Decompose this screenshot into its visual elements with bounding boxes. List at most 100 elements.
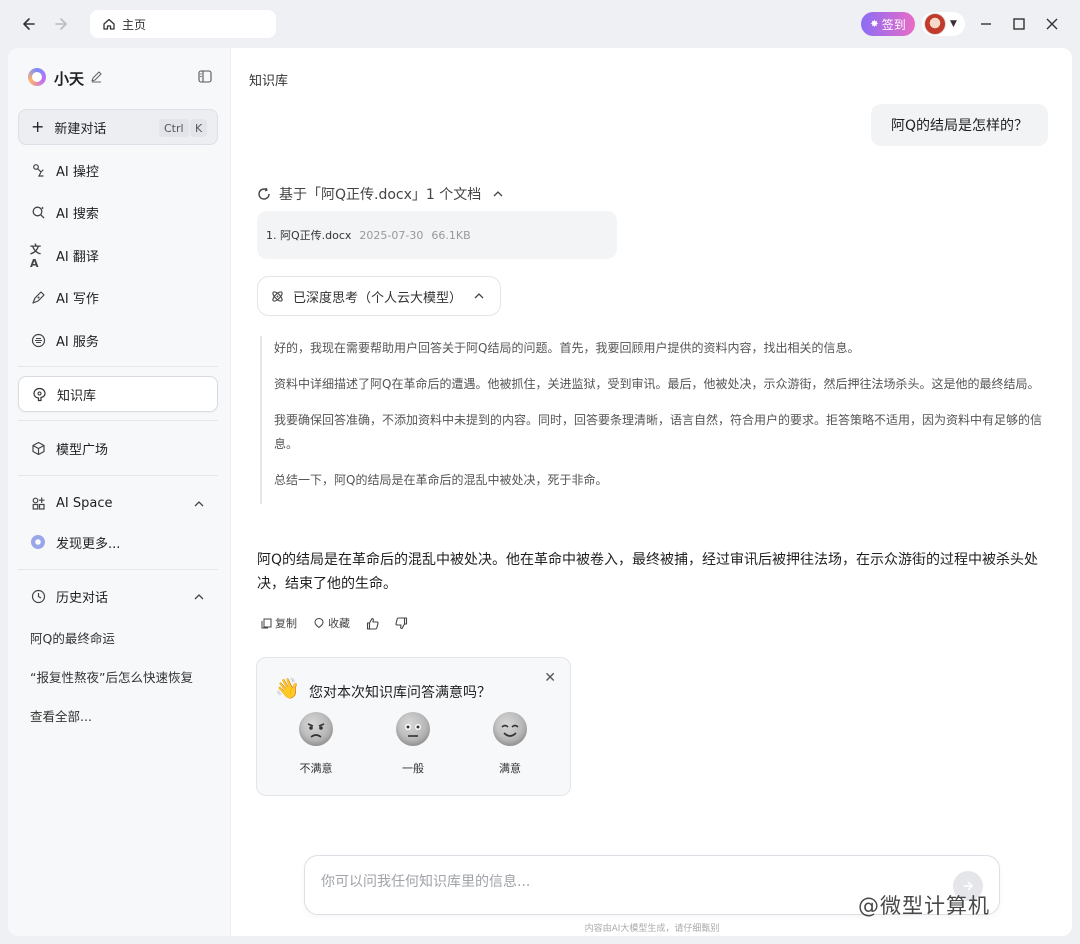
service-icon (30, 332, 46, 348)
signin-button[interactable]: ✸ 签到 (861, 12, 915, 36)
sidebar-item-history[interactable]: 历史对话 (18, 578, 218, 614)
thinking-paragraph: 好的，我现在需要帮助用户回答关于阿Q结局的问题。首先，我要回顾用户提供的资料内容… (274, 341, 860, 355)
sidebar-item-ai-service[interactable]: AI 服务 (18, 322, 218, 358)
apps-icon (30, 495, 46, 511)
sidebar-item-label: AI 操控 (56, 164, 99, 180)
sidebar-item-ai-space[interactable]: AI Space (18, 485, 218, 521)
shortcut-ctrl: Ctrl (159, 119, 189, 137)
maximize-icon[interactable] (1007, 12, 1031, 36)
close-window-icon[interactable] (1040, 12, 1064, 36)
sidebar-item-label: AI 搜索 (56, 206, 99, 222)
sidebar: 小天 + 新建对话 Ctrl K AI 操控 AI 搜索 文A AI 翻译 AI… (8, 48, 230, 936)
assistant-answer: 阿Q的结局是在革命后的混乱中被处决。他在革命中被卷入，最终被捕，经过审讯后被押往… (257, 552, 1039, 592)
waving-hand-icon: 👋 (275, 676, 300, 700)
clock-icon (30, 588, 46, 604)
sidebar-item-ai-translate[interactable]: 文A AI 翻译 (18, 237, 218, 273)
document-name: 1. 阿Q正传.docx (266, 229, 352, 242)
chevron-up-icon (474, 293, 484, 299)
address-tab[interactable]: 主页 (90, 10, 276, 38)
source-header-label: 基于「阿Q正传.docx」1 个文档 (279, 187, 482, 203)
chevron-up-icon[interactable] (194, 589, 204, 604)
copy-icon (261, 618, 272, 628)
favorite-icon (314, 617, 324, 629)
source-header[interactable]: 基于「阿Q正传.docx」1 个文档 (257, 184, 503, 204)
sidebar-item-ai-search[interactable]: AI 搜索 (18, 194, 218, 230)
sidebar-item-label: AI Space (56, 495, 113, 511)
cube-icon (30, 440, 46, 456)
thumbs-down-icon (395, 616, 408, 629)
sidebar-item-knowledge-base[interactable]: 知识库 (18, 376, 218, 412)
new-chat-label: 新建对话 (54, 121, 107, 137)
divider (18, 420, 218, 421)
history-item[interactable]: “报复性熬夜”后怎么快速恢复 (30, 667, 205, 686)
deep-thinking-label: 已深度思考（个人云大模型） (293, 290, 463, 306)
address-label: 主页 (122, 17, 147, 32)
close-icon[interactable]: ✕ (544, 670, 556, 686)
thinking-paragraph: 总结一下，阿Q的结局是在革命后的混乱中被处决，死于非命。 (274, 473, 608, 487)
feedback-unsatisfied-button[interactable]: 不满意 (286, 712, 346, 776)
caret-down-icon: ▼ (950, 19, 957, 29)
copy-button[interactable]: 复制 (261, 615, 297, 631)
thumbs-up-button[interactable] (366, 617, 379, 630)
feedback-option-label: 一般 (402, 762, 424, 775)
thinking-paragraph: 资料中详细描述了阿Q在革命后的遭遇。他被抓住，关进监狱，受到审讯。最后，他被处决… (274, 377, 1040, 391)
refresh-search-icon (258, 187, 270, 200)
deep-thinking-toggle[interactable]: 已深度思考（个人云大模型） (257, 276, 502, 316)
pen-icon (30, 289, 46, 305)
sidebar-item-label: 模型广场 (56, 442, 109, 458)
sidebar-item-label: 历史对话 (56, 590, 109, 606)
title-bar: 主页 ✸ 签到 ▼ (0, 0, 1080, 48)
happy-face-icon (493, 712, 527, 746)
minimize-icon[interactable] (974, 12, 998, 36)
search-icon (30, 204, 46, 220)
edit-icon[interactable] (90, 70, 103, 87)
thinking-content: 好的，我现在需要帮助用户回答关于阿Q结局的问题。首先，我要回顾用户提供的资料内容… (260, 336, 1052, 504)
sidebar-item-ai-writing[interactable]: AI 写作 (18, 279, 218, 315)
angry-face-icon (299, 712, 333, 746)
watermark: @微型计算机 (858, 890, 990, 920)
shortcut-k: K (190, 119, 208, 137)
view-all-history-link[interactable]: 查看全部... (30, 706, 205, 725)
favorite-button[interactable]: 收藏 (313, 615, 350, 631)
sidebar-item-label: AI 翻译 (56, 249, 99, 265)
back-arrow-icon[interactable] (16, 12, 40, 36)
feedback-option-label: 满意 (499, 762, 521, 775)
atom-icon (272, 290, 283, 302)
forward-arrow-icon[interactable] (50, 12, 74, 36)
document-date: 2025-07-30 (359, 228, 424, 242)
sidebar-item-ai-control[interactable]: AI 操控 (18, 152, 218, 188)
feedback-satisfied-button[interactable]: 满意 (480, 712, 540, 776)
ai-disclaimer: 内容由AI大模型生成，请仔细甄别 (584, 924, 720, 934)
sidebar-item-label: 发现更多... (56, 536, 121, 552)
feedback-option-label: 不满意 (299, 762, 333, 775)
sidebar-toggle-icon[interactable] (198, 70, 212, 87)
divider (18, 366, 218, 367)
app-name: 小天 (54, 70, 85, 88)
sidebar-item-label: AI 写作 (56, 291, 99, 307)
sidebar-item-label: 知识库 (57, 388, 97, 404)
sidebar-item-label: AI 服务 (56, 334, 99, 350)
account-menu[interactable]: ▼ (922, 12, 965, 36)
document-card[interactable]: 1. 阿Q正传.docx 2025-07-30 66.1KB (257, 211, 617, 259)
document-size: 66.1KB (431, 228, 471, 242)
main-panel: 知识库 阿Q的结局是怎样的？ 基于「阿Q正传.docx」1 个文档 1. 阿Q正… (230, 48, 1072, 936)
neutral-face-icon (396, 712, 430, 746)
home-icon (103, 18, 115, 30)
translate-icon: 文A (30, 242, 41, 270)
chevron-up-icon[interactable] (194, 496, 204, 511)
feedback-neutral-button[interactable]: 一般 (383, 712, 443, 776)
chat-input[interactable] (321, 874, 921, 890)
watermark-text: @微型计算机 (858, 894, 990, 918)
thumbs-down-button[interactable] (395, 616, 408, 630)
app-logo (28, 68, 46, 86)
sidebar-item-model-square[interactable]: 模型广场 (18, 430, 218, 466)
sidebar-item-discover-more[interactable]: 发现更多... (18, 524, 218, 560)
avatar (924, 13, 946, 35)
new-chat-button[interactable]: + 新建对话 Ctrl K (18, 109, 218, 145)
discover-icon (30, 534, 46, 550)
star-icon: ✸ (870, 18, 879, 30)
feedback-title: 您对本次知识库问答满意吗？ (309, 685, 491, 701)
history-item[interactable]: 阿Q的最终命运 (30, 628, 205, 647)
favorite-label: 收藏 (328, 617, 350, 630)
plus-icon: + (31, 117, 45, 136)
